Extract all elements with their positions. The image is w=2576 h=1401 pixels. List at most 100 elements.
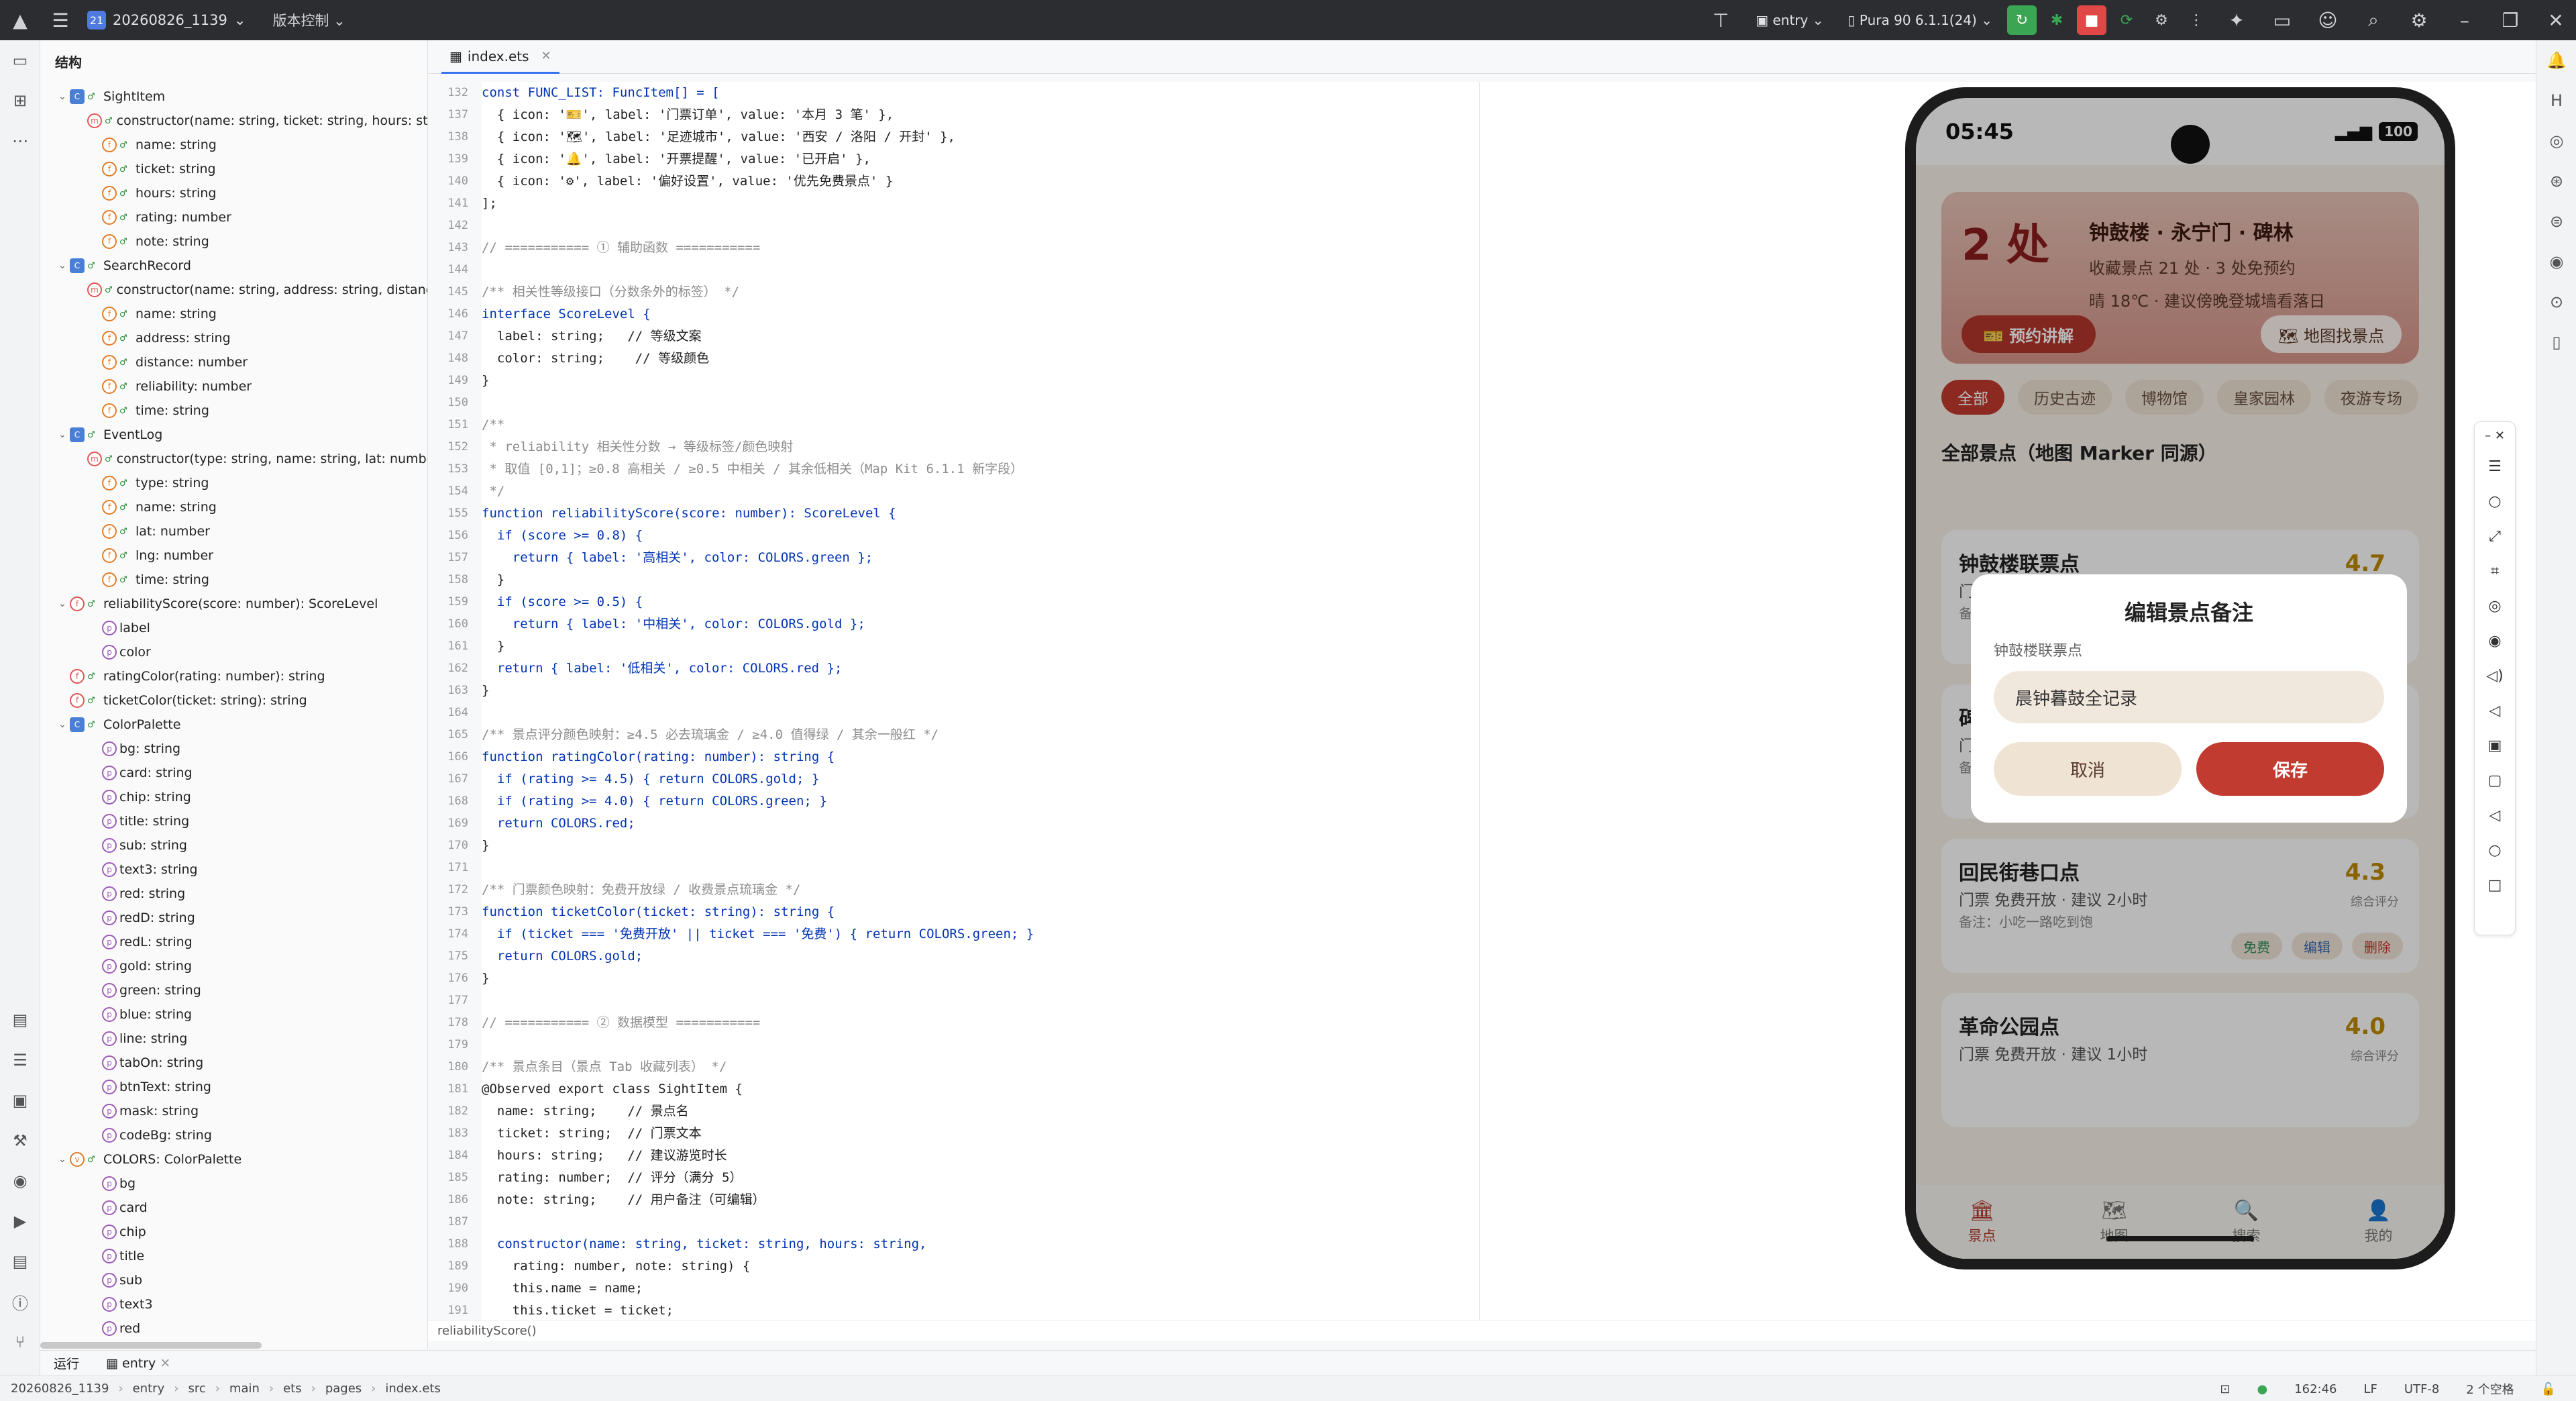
run-icon[interactable]: ↻ bbox=[2007, 5, 2037, 35]
build-output-icon[interactable]: ⚒ bbox=[0, 1121, 40, 1161]
git-icon[interactable]: ⑂ bbox=[0, 1322, 40, 1362]
tree-node[interactable]: f ♂ ratingColor(rating: number): string bbox=[40, 664, 427, 688]
encoding[interactable]: UTF-8 bbox=[2404, 1382, 2439, 1396]
menu-icon[interactable]: ☰ bbox=[2475, 449, 2515, 484]
rotate-icon[interactable]: ⤢ bbox=[2475, 519, 2515, 554]
services-icon[interactable]: ◉ bbox=[0, 1161, 40, 1201]
tree-node[interactable]: p mask: string bbox=[40, 1099, 427, 1123]
tree-node[interactable]: p redD: string bbox=[40, 906, 427, 930]
tree-node[interactable]: f ♂ type: string bbox=[40, 471, 427, 495]
tree-node[interactable]: p line: string bbox=[40, 1027, 427, 1051]
ai-icon[interactable]: ⊛ bbox=[2536, 161, 2576, 201]
tree-node[interactable]: p sub bbox=[40, 1268, 427, 1292]
account-icon[interactable]: ☺ bbox=[2308, 0, 2348, 40]
tree-node[interactable]: p card bbox=[40, 1196, 427, 1220]
tree-node[interactable]: p text3 bbox=[40, 1292, 427, 1316]
chevron-down-icon[interactable]: ⌄ bbox=[55, 429, 70, 440]
tree-node[interactable]: f ♂ lng: number bbox=[40, 543, 427, 568]
tree-node[interactable]: p blue: string bbox=[40, 1002, 427, 1027]
power-icon[interactable]: ○ bbox=[2475, 484, 2515, 519]
module-selector[interactable]: ▣ entry ⌄ bbox=[1746, 12, 1833, 28]
tree-node[interactable]: ⌄ C ♂ SightItem bbox=[40, 85, 427, 109]
tree-node[interactable]: p green: string bbox=[40, 978, 427, 1002]
tree-node[interactable]: p chip: string bbox=[40, 785, 427, 809]
code-line[interactable]: this.name = name; bbox=[482, 1278, 2536, 1300]
chevron-down-icon[interactable]: ⌄ bbox=[55, 260, 70, 271]
tree-node[interactable]: f ♂ time: string bbox=[40, 399, 427, 423]
lock-icon[interactable]: 🔓 bbox=[2541, 1382, 2556, 1396]
home-icon[interactable]: ○ bbox=[2475, 833, 2515, 868]
tree-node[interactable]: ⌄ f ♂ reliabilityScore(score: number): Scor… bbox=[40, 592, 427, 616]
editor-breadcrumb[interactable]: reliabilityScore() bbox=[428, 1320, 2536, 1341]
preview-icon[interactable]: ◉ bbox=[2536, 242, 2576, 282]
record-icon[interactable]: ▢ bbox=[2475, 763, 2515, 798]
back-icon[interactable]: ◁ bbox=[2475, 798, 2515, 833]
toolbar-window-controls[interactable]: – ✕ bbox=[2475, 422, 2515, 449]
harmony-icon[interactable]: H bbox=[2536, 81, 2576, 121]
tree-node[interactable]: f ♂ hours: string bbox=[40, 181, 427, 205]
code-line[interactable]: this.ticket = ticket; bbox=[482, 1300, 2536, 1322]
terminal-icon[interactable]: ▣ bbox=[0, 1080, 40, 1121]
tree-node[interactable]: f ♂ name: string bbox=[40, 495, 427, 519]
save-button[interactable]: 保存 bbox=[2196, 742, 2384, 796]
path-segment[interactable]: entry bbox=[133, 1382, 165, 1396]
close-tab-icon[interactable]: ✕ bbox=[541, 49, 551, 63]
tree-node[interactable]: m ♂ constructor(name: string, address: str… bbox=[40, 278, 427, 302]
chevron-down-icon[interactable]: ⌄ bbox=[55, 91, 70, 102]
tree-node[interactable]: ⌄ v ♂ COLORS: ColorPalette bbox=[40, 1147, 427, 1172]
path-segment[interactable]: pages bbox=[325, 1382, 362, 1396]
tree-node[interactable]: p red bbox=[40, 1316, 427, 1341]
profiler-icon[interactable]: ⚙ bbox=[2147, 5, 2176, 35]
tree-node[interactable]: p text3: string bbox=[40, 858, 427, 882]
tree-node[interactable]: f ♂ name: string bbox=[40, 133, 427, 157]
horizontal-scrollbar[interactable] bbox=[40, 1342, 262, 1349]
debug-icon[interactable]: ✱ bbox=[2042, 5, 2072, 35]
folder-icon[interactable]: ▭ bbox=[2262, 0, 2302, 40]
chevron-down-icon[interactable]: ⌄ bbox=[55, 599, 70, 609]
tree-node[interactable]: f ♂ reliability: number bbox=[40, 374, 427, 399]
minimize-icon[interactable]: – bbox=[2445, 0, 2485, 40]
tree-node[interactable]: p label bbox=[40, 616, 427, 640]
cancel-button[interactable]: 取消 bbox=[1994, 742, 2182, 796]
database-icon[interactable]: ⊜ bbox=[2536, 201, 2576, 242]
tree-node[interactable]: p sub: string bbox=[40, 833, 427, 858]
main-menu-icon[interactable]: ☰ bbox=[40, 0, 80, 40]
tree-node[interactable]: p bg bbox=[40, 1172, 427, 1196]
tree-node[interactable]: p btnText: string bbox=[40, 1075, 427, 1099]
settings-icon[interactable]: ⚙ bbox=[2399, 0, 2439, 40]
notifications-icon[interactable]: 🔔 bbox=[2536, 40, 2576, 81]
maximize-icon[interactable]: ❐ bbox=[2490, 0, 2530, 40]
console-icon[interactable]: ▤ bbox=[0, 1241, 40, 1282]
note-input[interactable]: 晨钟暮鼓全记录 bbox=[1994, 671, 2384, 723]
tree-node[interactable]: p title: string bbox=[40, 809, 427, 833]
build-icon[interactable]: ⊤ bbox=[1701, 0, 1741, 40]
codegenie-icon[interactable]: ◎ bbox=[2536, 121, 2576, 161]
apply-changes-icon[interactable]: ⟳ bbox=[2112, 5, 2141, 35]
tree-node[interactable]: p bg: string bbox=[40, 737, 427, 761]
tree-node[interactable]: ⌄ C ♂ EventLog bbox=[40, 423, 427, 447]
vcs-menu[interactable]: 版本控制 ⌄ bbox=[272, 10, 345, 30]
structure-icon[interactable]: ⊞ bbox=[0, 81, 40, 121]
path-segment[interactable]: 20260826_1139 bbox=[11, 1382, 109, 1396]
path-segment[interactable]: main bbox=[229, 1382, 260, 1396]
chevron-down-icon[interactable]: ⌄ bbox=[55, 1154, 70, 1165]
tree-node[interactable]: p chip bbox=[40, 1220, 427, 1244]
line-ending[interactable]: LF bbox=[2364, 1382, 2377, 1396]
path-segment[interactable]: ets bbox=[283, 1382, 302, 1396]
run-tool-icon[interactable]: ▶ bbox=[0, 1201, 40, 1241]
tree-node[interactable]: f ♂ rating: number bbox=[40, 205, 427, 229]
project-selector[interactable]: 21 20260826_1139 ⌄ bbox=[87, 11, 246, 30]
tree-node[interactable]: p gold: string bbox=[40, 954, 427, 978]
tree-node[interactable]: f ♂ lat: number bbox=[40, 519, 427, 543]
recents-icon[interactable]: □ bbox=[2475, 868, 2515, 902]
problems-icon[interactable]: ⓘ bbox=[0, 1282, 40, 1322]
device-icon[interactable]: ▯ bbox=[2536, 322, 2576, 362]
tree-node[interactable]: f ♂ ticketColor(ticket: string): string bbox=[40, 688, 427, 713]
tree-node[interactable]: m ♂ constructor(type: string, name: string… bbox=[40, 447, 427, 471]
tree-node[interactable]: f ♂ address: string bbox=[40, 326, 427, 350]
path-segment[interactable]: src bbox=[188, 1382, 205, 1396]
tree-node[interactable]: p tabOn: string bbox=[40, 1051, 427, 1075]
tree-node[interactable]: ⌄ C ♂ SearchRecord bbox=[40, 254, 427, 278]
tree-node[interactable]: p redL: string bbox=[40, 930, 427, 954]
location-icon[interactable]: ◎ bbox=[2475, 588, 2515, 623]
